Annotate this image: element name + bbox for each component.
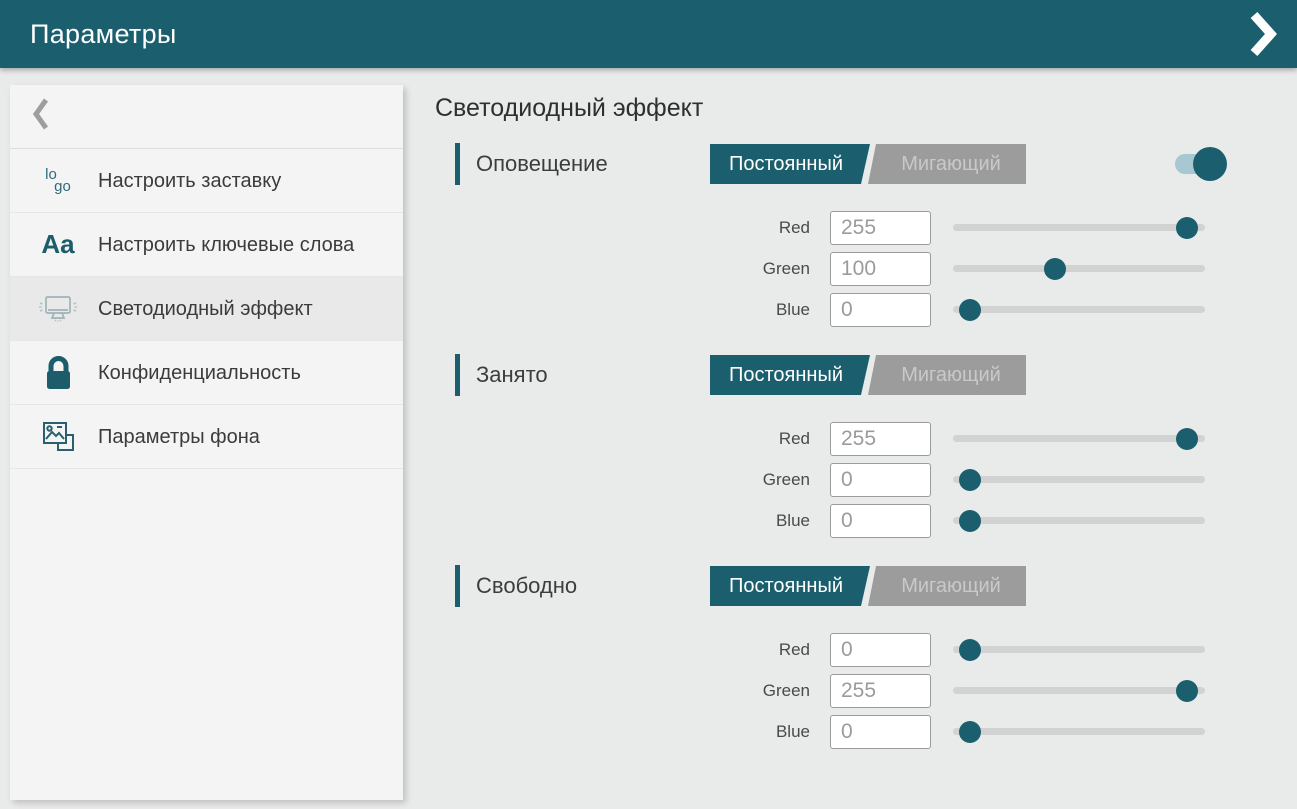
lock-icon — [34, 353, 82, 393]
section-accent-bar — [455, 565, 460, 607]
green-slider[interactable] — [953, 257, 1205, 281]
channel-label: Red — [455, 429, 810, 449]
mode-solid-button[interactable]: Постоянный — [710, 144, 870, 184]
red-value-input[interactable] — [830, 633, 931, 667]
blue-slider[interactable] — [953, 298, 1205, 322]
section-accent-bar — [455, 354, 460, 396]
slider-track[interactable] — [953, 265, 1205, 272]
green-slider[interactable] — [953, 679, 1205, 703]
green-value-input[interactable] — [830, 674, 931, 708]
red-slider[interactable] — [953, 216, 1205, 240]
section-title: Свободно — [455, 565, 710, 607]
background-icon — [34, 417, 82, 457]
slider-track[interactable] — [953, 435, 1205, 442]
slider-thumb[interactable] — [959, 639, 981, 661]
slider-track[interactable] — [953, 306, 1205, 313]
led-screen-icon — [34, 291, 82, 327]
section-title: Занято — [455, 354, 710, 396]
mode-solid-button[interactable]: Постоянный — [710, 355, 870, 395]
keywords-icon: Aa — [34, 229, 82, 260]
channel-label: Red — [455, 640, 810, 660]
channel-row-blue: Blue — [455, 711, 1297, 752]
green-value-input[interactable] — [830, 463, 931, 497]
blue-value-input[interactable] — [830, 293, 931, 327]
mode-segmented-control: Постоянный Мигающий — [710, 566, 1026, 606]
blue-value-input[interactable] — [830, 504, 931, 538]
slider-track[interactable] — [953, 646, 1205, 653]
slider-thumb[interactable] — [1176, 217, 1198, 239]
channel-label: Green — [455, 470, 810, 490]
sidebar-item-keywords[interactable]: Aa Настроить ключевые слова — [10, 213, 403, 277]
sidebar-item-screensaver[interactable]: logo Настроить заставку — [10, 149, 403, 213]
red-value-input[interactable] — [830, 211, 931, 245]
sidebar-item-privacy[interactable]: Конфиденциальность — [10, 341, 403, 405]
channel-row-green: Green — [455, 248, 1297, 289]
top-bar: Параметры — [0, 0, 1297, 68]
channel-label: Blue — [455, 300, 810, 320]
channel-row-green: Green — [455, 459, 1297, 500]
sidebar-item-background[interactable]: Параметры фона — [10, 405, 403, 469]
sidebar-item-led-effect[interactable]: Светодиодный эффект — [10, 277, 403, 341]
slider-thumb[interactable] — [959, 299, 981, 321]
led-effect-panel: Светодиодный эффект Оповещение Постоянны… — [403, 68, 1297, 809]
mode-segmented-control: Постоянный Мигающий — [710, 355, 1026, 395]
mode-segmented-control: Постоянный Мигающий — [710, 144, 1026, 184]
blue-slider[interactable] — [953, 509, 1205, 533]
sidebar-item-label: Светодиодный эффект — [98, 285, 327, 333]
slider-thumb[interactable] — [959, 510, 981, 532]
channel-row-red: Red — [455, 629, 1297, 670]
section-accent-bar — [455, 143, 460, 185]
blue-slider[interactable] — [953, 720, 1205, 744]
channel-label: Blue — [455, 722, 810, 742]
channel-label: Green — [455, 259, 810, 279]
slider-track[interactable] — [953, 687, 1205, 694]
blue-value-input[interactable] — [830, 715, 931, 749]
sidebar-back-button[interactable] — [10, 85, 403, 149]
slider-thumb[interactable] — [1176, 428, 1198, 450]
channel-label: Blue — [455, 511, 810, 531]
page-title: Светодиодный эффект — [435, 94, 1297, 123]
slider-thumb[interactable] — [1044, 258, 1066, 280]
green-slider[interactable] — [953, 468, 1205, 492]
mode-blinking-button[interactable]: Мигающий — [868, 144, 1026, 184]
slider-thumb[interactable] — [959, 469, 981, 491]
channel-row-red: Red — [455, 207, 1297, 248]
chevron-right-icon[interactable] — [1247, 10, 1277, 58]
mode-blinking-button[interactable]: Мигающий — [868, 355, 1026, 395]
channel-label: Red — [455, 218, 810, 238]
section-busy: Занято Постоянный Мигающий Red Green — [455, 354, 1297, 541]
mode-solid-button[interactable]: Постоянный — [710, 566, 870, 606]
green-value-input[interactable] — [830, 252, 931, 286]
sidebar: logo Настроить заставку Aa Настроить клю… — [10, 85, 403, 800]
sidebar-item-label: Настроить заставку — [98, 157, 295, 205]
app-title: Параметры — [30, 19, 177, 50]
channel-row-green: Green — [455, 670, 1297, 711]
slider-track[interactable] — [953, 517, 1205, 524]
sidebar-item-label: Настроить ключевые слова — [98, 221, 368, 269]
slider-track[interactable] — [953, 728, 1205, 735]
sidebar-item-label: Конфиденциальность — [98, 349, 315, 397]
slider-thumb[interactable] — [959, 721, 981, 743]
slider-track[interactable] — [953, 224, 1205, 231]
section-title: Оповещение — [455, 143, 710, 185]
mode-blinking-button[interactable]: Мигающий — [868, 566, 1026, 606]
red-value-input[interactable] — [830, 422, 931, 456]
section-free: Свободно Постоянный Мигающий Red Green — [455, 565, 1297, 752]
sidebar-item-label: Параметры фона — [98, 413, 274, 461]
red-slider[interactable] — [953, 638, 1205, 662]
chevron-left-icon — [32, 97, 50, 136]
red-slider[interactable] — [953, 427, 1205, 451]
channel-row-blue: Blue — [455, 289, 1297, 330]
power-toggle[interactable] — [1175, 154, 1223, 174]
channel-row-red: Red — [455, 418, 1297, 459]
slider-track[interactable] — [953, 476, 1205, 483]
channel-row-blue: Blue — [455, 500, 1297, 541]
slider-thumb[interactable] — [1176, 680, 1198, 702]
logo-icon: logo — [34, 169, 82, 193]
toggle-knob — [1193, 147, 1227, 181]
channel-label: Green — [455, 681, 810, 701]
section-alert: Оповещение Постоянный Мигающий Red — [455, 143, 1297, 330]
